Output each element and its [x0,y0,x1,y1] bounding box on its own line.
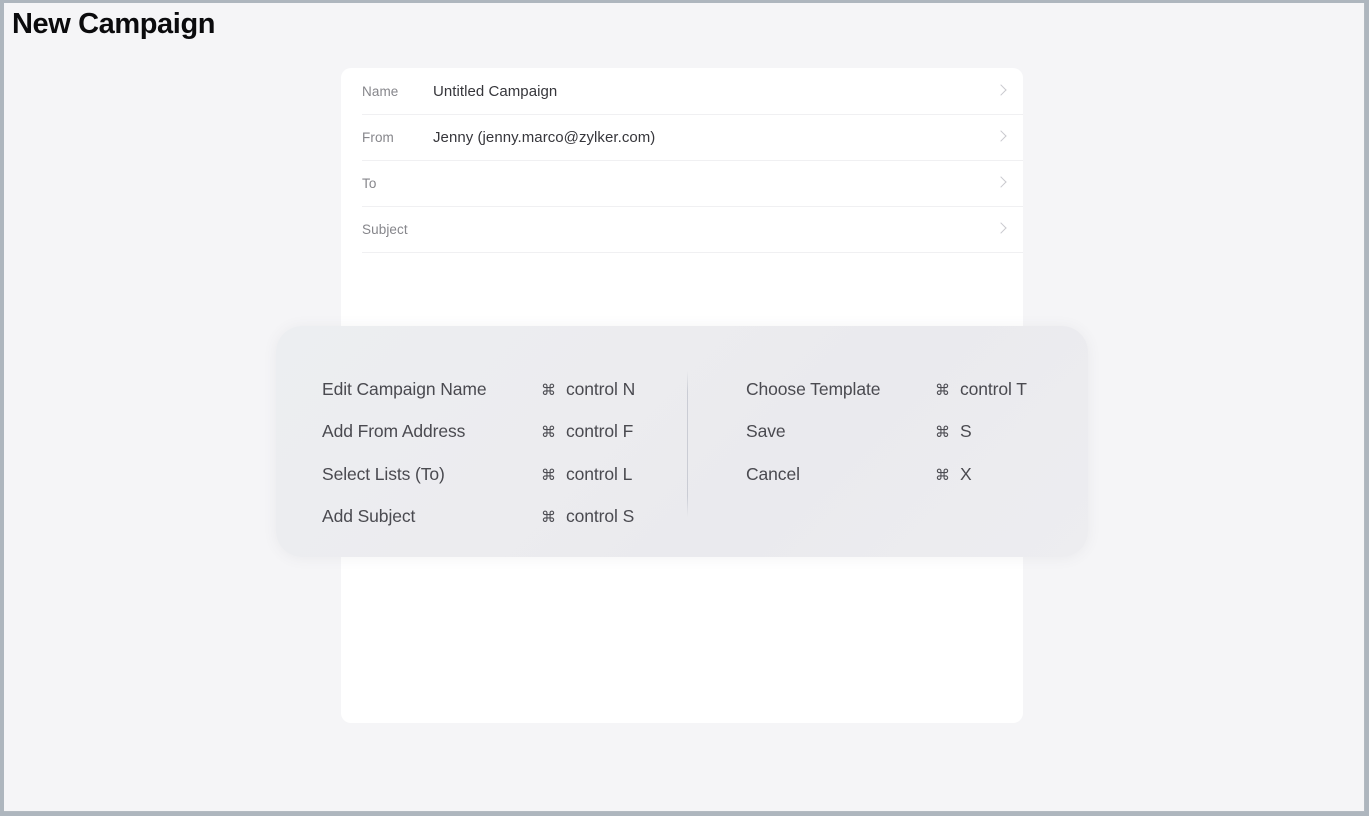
shortcut-label: Choose Template [746,379,935,400]
chevron-right-icon[interactable] [993,129,1009,145]
chevron-right-icon[interactable] [993,221,1009,237]
form-row-to[interactable]: To [341,160,1023,206]
shortcut-keys: ⌘ control T [935,379,1027,400]
shortcut-key-text: control L [566,464,632,485]
command-icon: ⌘ [541,381,556,399]
form-row-from[interactable]: From Jenny (jenny.marco@zylker.com) [341,114,1023,160]
shortcut-key-text: control T [960,379,1027,400]
command-icon: ⌘ [935,423,950,441]
form-row-label: Subject [362,222,433,237]
command-icon: ⌘ [935,466,950,484]
shortcut-label: Cancel [746,464,935,485]
chevron-right-icon[interactable] [993,175,1009,191]
shortcut-key-text: control S [566,506,634,527]
shortcut-keys: ⌘ control L [541,464,632,485]
form-row-value: Untitled Campaign [433,83,993,100]
shortcut-item-edit-campaign-name[interactable]: Edit Campaign Name ⌘ control N [322,368,703,411]
shortcut-item-add-subject[interactable]: Add Subject ⌘ control S [322,496,703,539]
form-row-label: To [362,176,433,191]
shortcut-keys: ⌘ control N [541,379,635,400]
shortcut-label: Add From Address [322,421,541,442]
shortcut-item-cancel[interactable]: Cancel ⌘ X [746,453,1088,496]
command-icon: ⌘ [541,508,556,526]
command-icon: ⌘ [541,423,556,441]
form-row-name[interactable]: Name Untitled Campaign [341,68,1023,114]
shortcut-keys: ⌘ S [935,421,972,442]
form-row-label: Name [362,84,433,99]
keyboard-shortcuts-overlay: Edit Campaign Name ⌘ control N Add From … [276,326,1088,557]
shortcuts-column-left: Edit Campaign Name ⌘ control N Add From … [276,326,703,557]
shortcut-key-text: control N [566,379,635,400]
shortcut-keys: ⌘ control S [541,506,634,527]
command-icon: ⌘ [935,381,950,399]
command-icon: ⌘ [541,466,556,484]
form-row-label: From [362,130,433,145]
campaign-form-rows: Name Untitled Campaign From Jenny (jenny… [341,68,1023,252]
shortcut-item-save[interactable]: Save ⌘ S [746,411,1088,454]
shortcuts-grid: Edit Campaign Name ⌘ control N Add From … [276,326,1088,557]
shortcut-label: Edit Campaign Name [322,379,541,400]
shortcut-item-choose-template[interactable]: Choose Template ⌘ control T [746,368,1088,411]
shortcuts-column-right: Choose Template ⌘ control T Save ⌘ S Can… [703,326,1088,557]
shortcut-label: Add Subject [322,506,541,527]
shortcut-key-text: X [960,464,972,485]
form-row-subject[interactable]: Subject [341,206,1023,252]
column-divider [687,371,688,517]
app-window: New Campaign Name Untitled Campaign From… [4,3,1365,812]
form-row-value: Jenny (jenny.marco@zylker.com) [433,129,993,146]
shortcut-keys: ⌘ control F [541,421,633,442]
shortcut-item-add-from-address[interactable]: Add From Address ⌘ control F [322,411,703,454]
chevron-right-icon[interactable] [993,83,1009,99]
shortcut-key-text: S [960,421,972,442]
shortcut-key-text: control F [566,421,633,442]
shortcut-item-select-lists-to[interactable]: Select Lists (To) ⌘ control L [322,453,703,496]
shortcut-label: Save [746,421,935,442]
page-title: New Campaign [12,8,215,41]
shortcut-keys: ⌘ X [935,464,972,485]
shortcut-label: Select Lists (To) [322,464,541,485]
